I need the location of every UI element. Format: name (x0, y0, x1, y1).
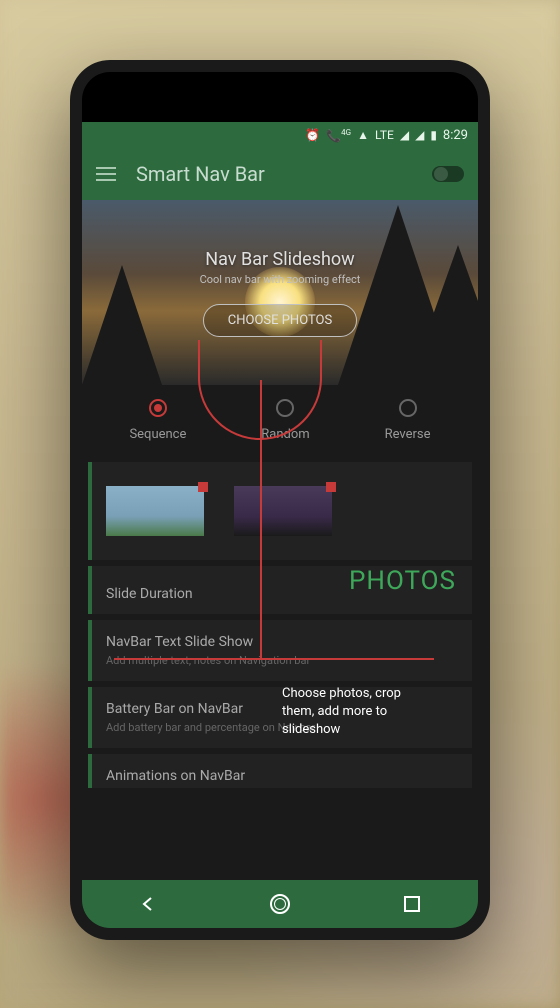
signal-icon: ◢ (400, 129, 409, 141)
slide-duration-card[interactable]: Slide Duration PHOTOS (88, 566, 472, 614)
photos-section-label: PHOTOS (349, 566, 456, 596)
wifi-icon: ▲ (357, 129, 369, 141)
card-subtitle: Add multiple text, notes on Navigation b… (106, 654, 458, 667)
delete-icon[interactable] (198, 482, 208, 492)
status-bar: ⏰ 📞4G ▲ LTE ◢ ◢ ▮ 8:29 (82, 122, 478, 148)
choose-photos-button[interactable]: CHOOSE PHOTOS (203, 304, 357, 337)
radio-label: Sequence (129, 427, 186, 442)
callout-text: Choose photos, crop them, add more to sl… (282, 685, 432, 740)
alarm-icon: ⏰ (305, 129, 320, 141)
phone-frame: ⏰ 📞4G ▲ LTE ◢ ◢ ▮ 8:29 Smart Nav Bar (70, 60, 490, 940)
status-time: 8:29 (443, 128, 468, 143)
app-title: Smart Nav Bar (136, 162, 412, 186)
hero-subtitle: Cool nav bar with zooming effect (200, 273, 361, 286)
photo-thumbnail[interactable] (234, 486, 332, 536)
radio-reverse[interactable]: Reverse (385, 399, 431, 442)
photo-thumbnail[interactable] (106, 486, 204, 536)
recents-button[interactable] (400, 892, 424, 916)
signal-icon-2: ◢ (415, 129, 424, 141)
home-button[interactable] (268, 892, 292, 916)
callout-line-vertical (260, 380, 262, 660)
animations-card[interactable]: Animations on NavBar (88, 754, 472, 788)
master-toggle[interactable] (432, 166, 464, 182)
radio-circle-icon (399, 399, 417, 417)
callout-line-horizontal (114, 658, 434, 660)
radio-circle-icon (149, 399, 167, 417)
radio-label: Reverse (385, 427, 431, 442)
hero-title: Nav Bar Slideshow (205, 249, 354, 270)
call-4g-icon: 📞4G (326, 129, 351, 142)
system-nav-bar (82, 880, 478, 928)
lte-label: LTE (375, 129, 394, 141)
back-button[interactable] (136, 892, 160, 916)
card-title: NavBar Text Slide Show (106, 634, 458, 650)
menu-icon[interactable] (96, 167, 116, 181)
content-area: Nav Bar Slideshow Cool nav bar with zoom… (82, 200, 478, 880)
radio-sequence[interactable]: Sequence (129, 399, 186, 442)
battery-icon: ▮ (430, 129, 437, 141)
navbar-text-card[interactable]: NavBar Text Slide Show Add multiple text… (88, 620, 472, 681)
app-bar: Smart Nav Bar (82, 148, 478, 200)
photos-thumbnails-card (88, 462, 472, 560)
card-title: Animations on NavBar (106, 768, 458, 784)
delete-icon[interactable] (326, 482, 336, 492)
